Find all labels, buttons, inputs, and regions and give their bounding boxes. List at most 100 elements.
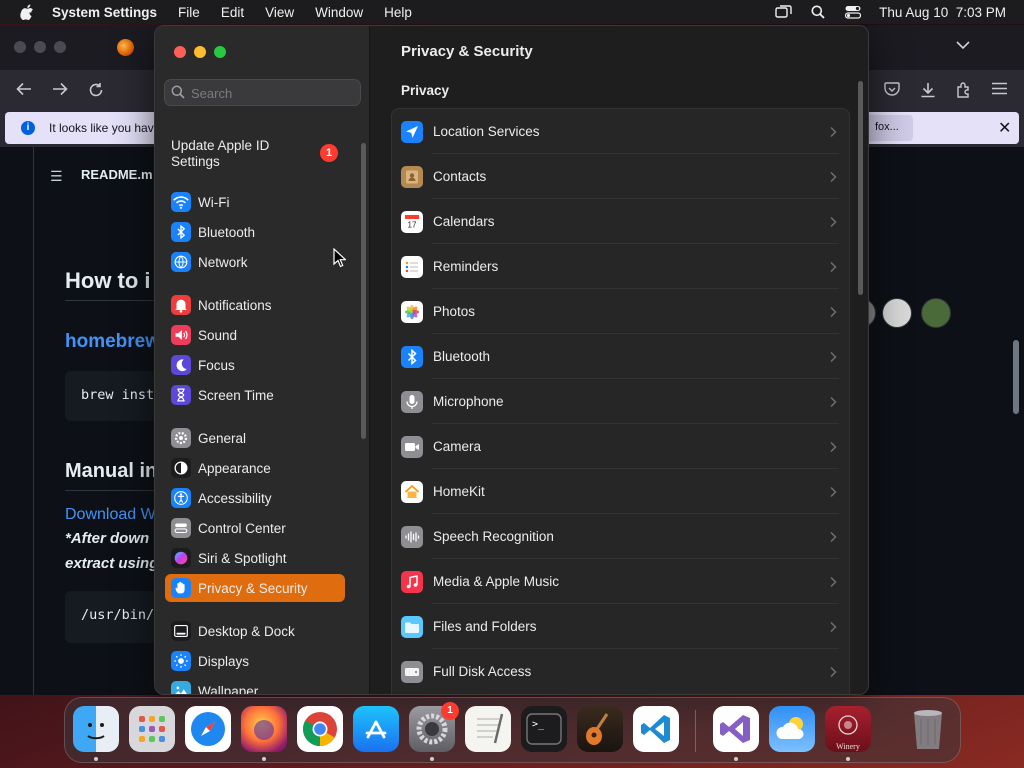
privacy-row-bluetooth[interactable]: Bluetooth <box>392 334 849 379</box>
search-input[interactable] <box>191 84 356 102</box>
zoom-window-button[interactable] <box>214 46 226 58</box>
winery-label: Winery <box>836 742 860 751</box>
privacy-row-microphone[interactable]: Microphone <box>392 379 849 424</box>
chevron-right-icon <box>829 260 837 278</box>
extensions-icon[interactable] <box>956 82 972 98</box>
sidebar-item-accessibility[interactable]: Accessibility <box>165 484 345 512</box>
sidebar-item-screen-time[interactable]: Screen Time <box>165 381 345 409</box>
home-icon <box>401 480 423 503</box>
privacy-row-contacts[interactable]: Contacts <box>392 154 849 199</box>
sidebar-item-network[interactable]: Network <box>165 248 345 276</box>
menu-file[interactable]: File <box>178 5 200 20</box>
chevron-right-icon <box>829 620 837 638</box>
menubar-clock[interactable]: Thu Aug 10 7:03 PM <box>879 5 1006 20</box>
weather-icon[interactable] <box>769 706 815 752</box>
privacy-row-camera[interactable]: Camera <box>392 424 849 469</box>
pocket-icon[interactable] <box>884 82 900 97</box>
privacy-row-label: Files and Folders <box>433 619 537 634</box>
firefox-tab-icon[interactable] <box>117 39 134 56</box>
sidebar-item-notifications[interactable]: Notifications <box>165 291 345 319</box>
privacy-row-label: Reminders <box>433 259 499 274</box>
sidebar-item-privacy-security[interactable]: Privacy & Security <box>165 574 345 602</box>
browser-zoom-button[interactable] <box>54 41 66 53</box>
readme-label[interactable]: README.m <box>81 167 153 182</box>
sidebar-item-desktop-dock[interactable]: Desktop & Dock <box>165 617 345 645</box>
menu-app-name[interactable]: System Settings <box>52 5 157 20</box>
siri-icon <box>171 548 191 568</box>
search-field[interactable] <box>164 79 361 106</box>
vscode-icon[interactable] <box>633 706 679 752</box>
launchpad-icon[interactable] <box>129 706 175 752</box>
control-center-icon[interactable] <box>844 4 862 20</box>
chevron-right-icon <box>829 125 837 143</box>
privacy-row-full-disk-access[interactable]: Full Disk Access <box>392 649 849 694</box>
privacy-row-homekit[interactable]: HomeKit <box>392 469 849 514</box>
spotlight-search-icon[interactable] <box>809 4 827 20</box>
terminal-icon[interactable]: >_ <box>521 706 567 752</box>
firefox-icon[interactable] <box>241 706 287 752</box>
avatar[interactable] <box>921 298 951 328</box>
download-link[interactable]: Download W <box>65 506 156 524</box>
privacy-row-location-services[interactable]: Location Services <box>392 109 849 154</box>
browser-close-button[interactable] <box>14 41 26 53</box>
visual-studio-icon[interactable] <box>713 706 759 752</box>
folder-icon <box>401 615 423 638</box>
settings-sidebar: Update Apple ID Settings 1 Wi-Fi Bluetoot… <box>155 26 370 694</box>
back-arrow-icon[interactable] <box>16 82 32 96</box>
sidebar-item-sound[interactable]: Sound <box>165 321 345 349</box>
screen-mirroring-icon[interactable] <box>774 4 792 20</box>
list-icon[interactable]: ☰ <box>50 168 63 185</box>
notice-action-button[interactable]: fox... <box>865 115 913 141</box>
privacy-row-files-and-folders[interactable]: Files and Folders <box>392 604 849 649</box>
textedit-icon[interactable] <box>465 706 511 752</box>
tab-list-chevron-icon[interactable] <box>956 40 970 50</box>
privacy-row-calendars[interactable]: 17 Calendars <box>392 199 849 244</box>
forward-arrow-icon[interactable] <box>52 82 68 96</box>
sidebar-item-label: General <box>198 430 247 446</box>
winery-icon[interactable]: Winery <box>825 706 871 752</box>
privacy-row-media-apple-music[interactable]: Media & Apple Music <box>392 559 849 604</box>
sidebar-item-displays[interactable]: Displays <box>165 647 345 675</box>
main-scrollbar[interactable] <box>858 81 863 295</box>
avatar[interactable] <box>882 298 912 328</box>
sidebar-item-control-center[interactable]: Control Center <box>165 514 345 542</box>
sidebar-item-general[interactable]: General <box>165 424 345 452</box>
italic-text: *After down <box>65 530 150 547</box>
sidebar-item-bluetooth[interactable]: Bluetooth <box>165 218 345 246</box>
app-store-icon[interactable] <box>353 706 399 752</box>
homebrew-link[interactable]: homebrew <box>65 331 160 353</box>
close-window-button[interactable] <box>174 46 186 58</box>
chevron-right-icon <box>829 305 837 323</box>
hamburger-menu-icon[interactable] <box>992 82 1007 95</box>
downloads-icon[interactable] <box>920 82 936 98</box>
privacy-row-photos[interactable]: Photos <box>392 289 849 334</box>
menu-help[interactable]: Help <box>384 5 412 20</box>
sidebar-item-wallpaper[interactable]: Wallpaper <box>165 677 345 694</box>
garageband-icon[interactable] <box>577 706 623 752</box>
sidebar-item-appearance[interactable]: Appearance <box>165 454 345 482</box>
privacy-row-speech-recognition[interactable]: Speech Recognition <box>392 514 849 559</box>
minimize-window-button[interactable] <box>194 46 206 58</box>
browser-minimize-button[interactable] <box>34 41 46 53</box>
chrome-icon[interactable] <box>297 706 343 752</box>
menu-view[interactable]: View <box>265 5 294 20</box>
trash-icon[interactable] <box>905 702 951 756</box>
browser-scrollbar[interactable] <box>1013 340 1019 414</box>
close-icon[interactable]: ✕ <box>998 118 1011 138</box>
menu-window[interactable]: Window <box>315 5 363 20</box>
privacy-row-reminders[interactable]: Reminders <box>392 244 849 289</box>
settings-main-pane: Privacy & Security Privacy Location Serv… <box>371 26 868 694</box>
reload-icon[interactable] <box>88 82 104 98</box>
safari-icon[interactable] <box>185 706 231 752</box>
update-apple-id-item[interactable]: Update Apple ID Settings <box>171 138 301 170</box>
sidebar-item-siri-spotlight[interactable]: Siri & Spotlight <box>165 544 345 572</box>
sidebar-item-label: Focus <box>198 357 235 373</box>
menu-edit[interactable]: Edit <box>221 5 244 20</box>
finder-icon[interactable] <box>73 706 119 752</box>
sidebar-scrollbar[interactable] <box>361 143 366 439</box>
sidebar-item-wi-fi[interactable]: Wi-Fi <box>165 188 345 216</box>
apple-menu-icon[interactable] <box>20 4 34 20</box>
chevron-right-icon <box>829 395 837 413</box>
sidebar-item-focus[interactable]: Focus <box>165 351 345 379</box>
sidebar-item-label: Desktop & Dock <box>198 623 295 639</box>
